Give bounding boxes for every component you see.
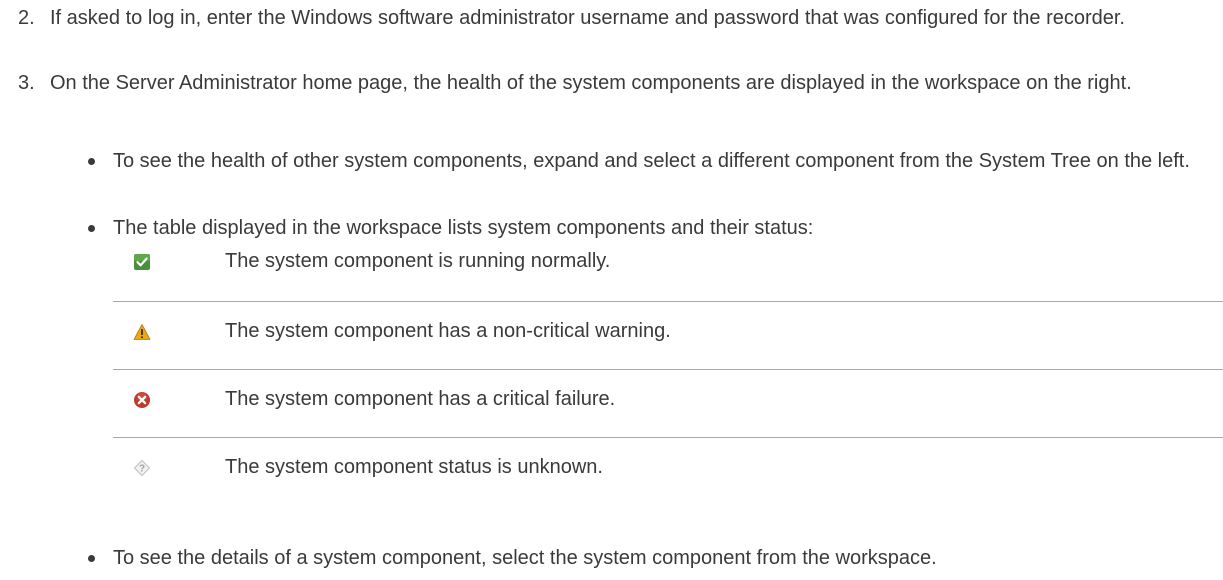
step-number: 2. xyxy=(18,7,35,29)
status-table: The system component is running normally… xyxy=(113,245,1223,505)
status-row-unknown: ? The system component status is unknown… xyxy=(113,437,1223,505)
svg-text:?: ? xyxy=(139,464,145,475)
unknown-icon: ? xyxy=(133,459,151,477)
step-text: On the Server Administrator home page, t… xyxy=(50,72,1132,94)
error-icon xyxy=(134,392,150,408)
status-row-normal: The system component is running normally… xyxy=(113,245,1223,301)
bullet-text: To see the details of a system component… xyxy=(113,547,937,569)
warning-icon xyxy=(133,324,151,340)
status-row-critical: The system component has a critical fail… xyxy=(113,369,1223,437)
status-description: The system component status is unknown. xyxy=(225,456,603,478)
step-number: 3. xyxy=(18,72,35,94)
check-icon xyxy=(134,254,150,270)
bullet-dot xyxy=(88,555,95,562)
row-divider xyxy=(113,437,1223,438)
step-text: If asked to log in, enter the Windows so… xyxy=(50,7,1125,29)
status-row-warning: The system component has a non-critical … xyxy=(113,301,1223,369)
status-description: The system component is running normally… xyxy=(225,250,611,272)
bullet-text: The table displayed in the workspace lis… xyxy=(113,217,814,239)
row-divider xyxy=(113,301,1223,302)
status-description: The system component has a critical fail… xyxy=(225,388,616,410)
bullet-text: To see the health of other system compon… xyxy=(113,150,1190,172)
bullet-dot xyxy=(88,158,95,165)
status-description: The system component has a non-critical … xyxy=(225,320,671,342)
bullet-dot xyxy=(88,225,95,232)
row-divider xyxy=(113,369,1223,370)
document-page: 2. If asked to log in, enter the Windows… xyxy=(0,0,1223,580)
